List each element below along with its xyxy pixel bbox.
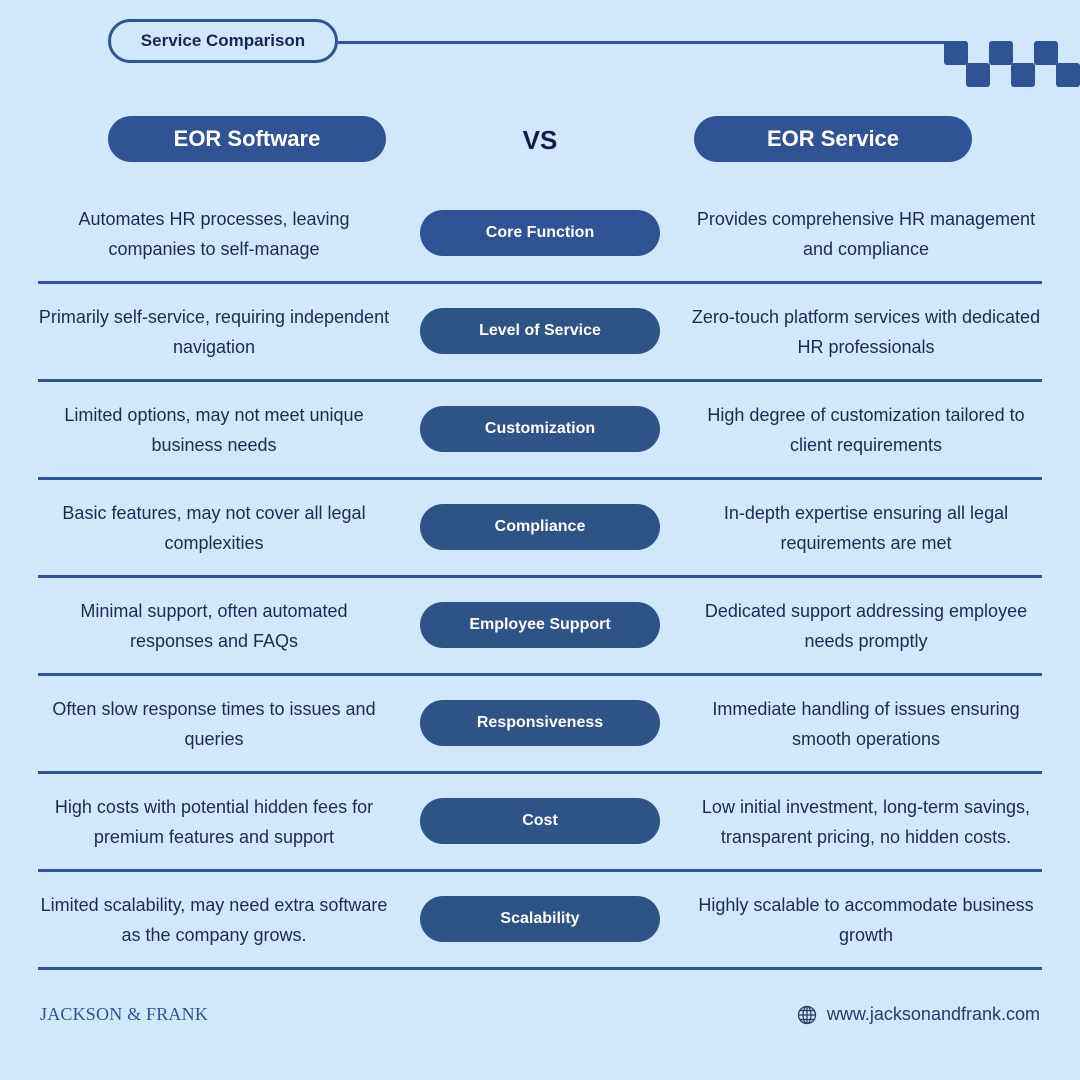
- comparison-row: Limited options, may not meet unique bus…: [38, 382, 1042, 480]
- comparison-row: Automates HR processes, leaving companie…: [38, 186, 1042, 284]
- category-pill: Customization: [420, 406, 660, 452]
- comparison-row: Basic features, may not cover all legal …: [38, 480, 1042, 578]
- software-description: Basic features, may not cover all legal …: [62, 502, 366, 553]
- software-description: Limited options, may not meet unique bus…: [64, 404, 364, 455]
- eor-software-label: EOR Software: [173, 126, 321, 151]
- page-title: Service Comparison: [108, 19, 338, 63]
- eor-service-label: EOR Service: [766, 126, 900, 151]
- service-description: Dedicated support addressing employee ne…: [704, 600, 1028, 651]
- software-description: Automates HR processes, leaving companie…: [78, 208, 350, 259]
- service-description: In-depth expertise ensuring all legal re…: [723, 502, 1009, 553]
- software-description: High costs with potential hidden fees fo…: [54, 796, 374, 847]
- website-url[interactable]: www.jacksonandfrank.com: [827, 1004, 1040, 1025]
- comparison-row: Limited scalability, may need extra soft…: [38, 872, 1042, 970]
- software-description: Minimal support, often automated respons…: [80, 600, 348, 651]
- category-pill: Cost: [420, 798, 660, 844]
- comparison-table: Automates HR processes, leaving companie…: [38, 186, 1042, 970]
- category-pill: Responsiveness: [420, 700, 660, 746]
- category-pill: Scalability: [420, 896, 660, 942]
- eor-software-header: EOR Software: [108, 116, 386, 162]
- service-description: Highly scalable to accommodate business …: [698, 894, 1034, 945]
- title-divider-line: [338, 41, 948, 44]
- category-pill: Level of Service: [420, 308, 660, 354]
- comparison-row: Often slow response times to issues and …: [38, 676, 1042, 774]
- website-link[interactable]: www.jacksonandfrank.com: [797, 1004, 1040, 1025]
- comparison-row: Primarily self-service, requiring indepe…: [38, 284, 1042, 382]
- service-description: Provides comprehensive HR management and…: [696, 208, 1036, 259]
- software-description: Often slow response times to issues and …: [52, 698, 376, 749]
- software-description: Limited scalability, may need extra soft…: [40, 894, 388, 945]
- category-pill: Compliance: [420, 504, 660, 550]
- service-description: Zero-touch platform services with dedica…: [691, 306, 1041, 357]
- category-pill: Employee Support: [420, 602, 660, 648]
- vs-label: VS: [522, 124, 558, 155]
- category-pill: Core Function: [420, 210, 660, 256]
- brand-logo: JACKSON & FRANK: [40, 1004, 209, 1024]
- page-title-text: Service Comparison: [140, 31, 306, 50]
- service-description: Immediate handling of issues ensuring sm…: [712, 698, 1020, 749]
- comparison-row: Minimal support, often automated respons…: [38, 578, 1042, 676]
- software-description: Primarily self-service, requiring indepe…: [38, 306, 390, 357]
- service-description: Low initial investment, long-term saving…: [701, 796, 1031, 847]
- eor-service-header: EOR Service: [694, 116, 972, 162]
- comparison-row: High costs with potential hidden fees fo…: [38, 774, 1042, 872]
- checker-decoration-icon: [944, 41, 1080, 87]
- globe-icon: [797, 1005, 817, 1024]
- service-description: High degree of customization tailored to…: [707, 404, 1025, 455]
